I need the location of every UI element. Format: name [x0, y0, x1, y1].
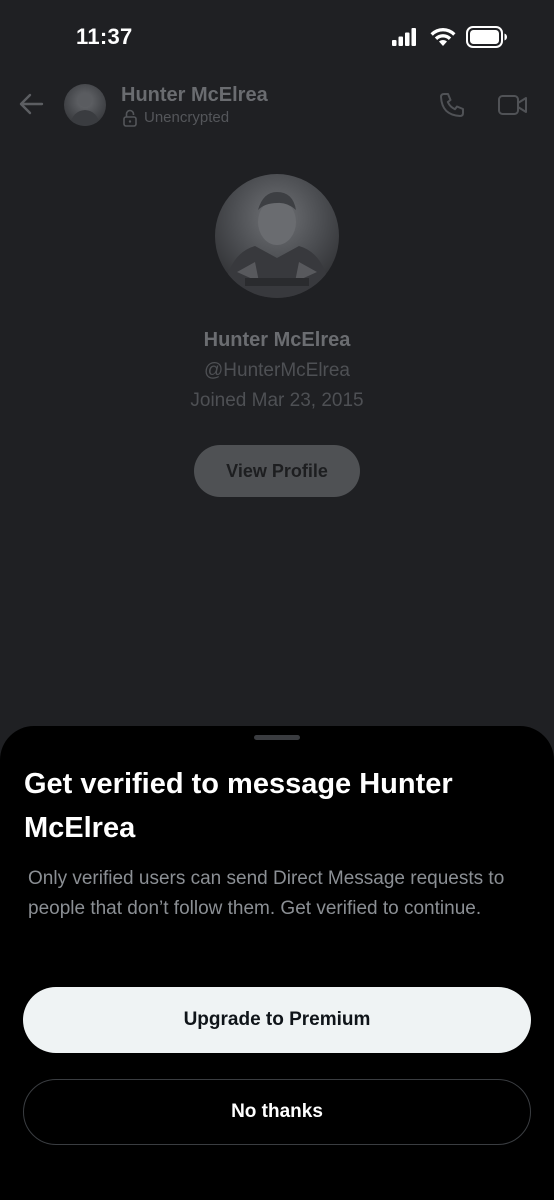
- dm-screen: 11:37 Hunter McElrea Unencrypted Hunter …: [0, 0, 554, 1200]
- status-bar: 11:37: [0, 0, 554, 76]
- verification-bottom-sheet: Get verified to message Hunter McElrea O…: [0, 726, 554, 1200]
- sheet-drag-handle[interactable]: [254, 735, 300, 740]
- wifi-icon: [430, 28, 456, 46]
- conversation-header: Hunter McElrea Unencrypted: [0, 76, 554, 136]
- header-name[interactable]: Hunter McElrea: [121, 84, 268, 107]
- cellular-signal-icon: [392, 28, 416, 46]
- encryption-status: Unencrypted: [144, 109, 230, 126]
- view-profile-button[interactable]: View Profile: [194, 445, 360, 497]
- battery-icon: [466, 26, 507, 48]
- arrow-left-icon[interactable]: [18, 92, 44, 116]
- profile-handle: @HunterMcElrea: [204, 360, 350, 381]
- video-camera-icon[interactable]: [497, 93, 529, 117]
- no-thanks-button[interactable]: No thanks: [23, 1079, 531, 1145]
- sheet-description: Only verified users can send Direct Mess…: [28, 868, 505, 919]
- status-time: 11:37: [76, 24, 133, 49]
- profile-photo[interactable]: [215, 174, 339, 298]
- sheet-title: Get verified to message Hunter McElrea: [24, 768, 453, 844]
- avatar-photo: [70, 93, 100, 126]
- upgrade-to-premium-button[interactable]: Upgrade to Premium: [23, 987, 531, 1053]
- phone-icon[interactable]: [438, 91, 466, 119]
- profile-name: Hunter McElrea: [203, 329, 351, 351]
- profile-joined-date: Joined Mar 23, 2015: [190, 390, 364, 411]
- lock-icon: [123, 109, 137, 127]
- avatar[interactable]: [64, 84, 106, 126]
- profile-photo-image: [223, 192, 331, 298]
